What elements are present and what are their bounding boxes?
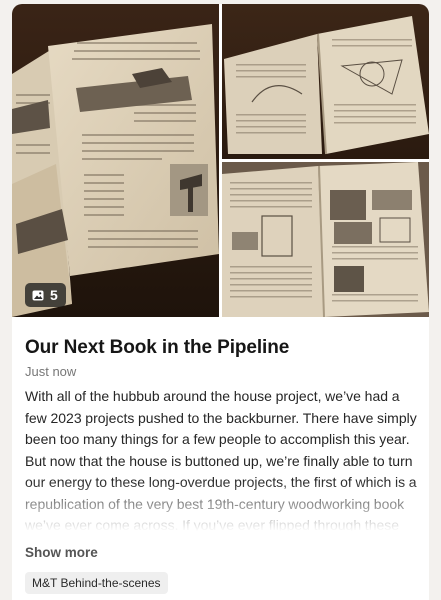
photo-gallery[interactable]: 5 <box>12 4 429 317</box>
photo-count-badge[interactable]: 5 <box>25 283 66 307</box>
photo-count: 5 <box>50 287 58 303</box>
post-title[interactable]: Our Next Book in the Pipeline <box>25 337 289 359</box>
book-photo-image <box>222 162 429 317</box>
post-body: With all of the hubbub around the house … <box>25 386 421 534</box>
photo-open-book-plane[interactable] <box>12 4 219 317</box>
photo-open-book-geometry[interactable] <box>222 4 429 159</box>
show-more-link[interactable]: Show more <box>25 545 98 560</box>
post-timestamp: Just now <box>25 364 77 379</box>
book-photo-image <box>222 4 429 159</box>
post-card: 5 Our Next Book in the Pipeline Just now… <box>12 4 429 600</box>
book-photo-image <box>12 4 219 317</box>
photo-open-book-joinery[interactable] <box>222 162 429 317</box>
post-tag[interactable]: M&T Behind-the-scenes <box>25 572 168 594</box>
image-icon <box>32 290 44 300</box>
